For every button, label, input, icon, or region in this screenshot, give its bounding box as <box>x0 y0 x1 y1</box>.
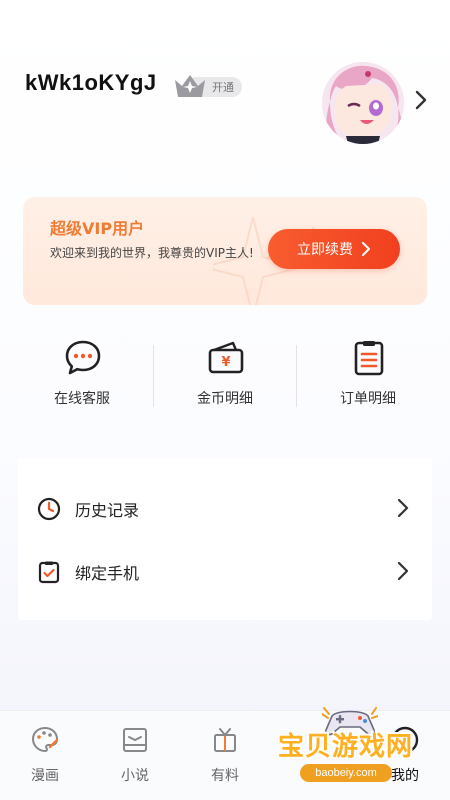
tab-label: 有料 <box>211 768 239 784</box>
list-item-history[interactable]: 历史记录 <box>18 483 432 533</box>
quick-link-order-details[interactable]: 订单明细 <box>293 335 443 415</box>
vip-title: 超级VIP用户 <box>50 219 145 238</box>
quick-links: 在线客服 ¥ 金币明细 订单明细 <box>0 335 450 415</box>
list-item-bind-phone[interactable]: 绑定手机 <box>18 546 432 596</box>
watermark-text: 宝贝游戏网 <box>278 732 414 762</box>
vip-open-badge[interactable]: 开通 <box>172 72 244 100</box>
chevron-right-icon <box>397 561 409 581</box>
divider <box>296 345 297 407</box>
tab-label: 小说 <box>121 768 149 784</box>
settings-list: 历史记录 绑定手机 <box>18 458 432 620</box>
palette-icon <box>31 726 59 753</box>
clipboard-list-icon <box>354 341 384 376</box>
chat-bubble-icon <box>65 340 101 375</box>
wallet-icon: ¥ <box>208 341 244 374</box>
clock-icon <box>37 497 61 521</box>
username[interactable]: kWk1oKYgJ <box>25 70 157 96</box>
quick-link-coin-details[interactable]: ¥ 金币明细 <box>150 335 300 415</box>
tab-label: 漫画 <box>31 768 59 784</box>
list-item-label: 历史记录 <box>75 501 140 520</box>
renew-button-label: 立即续费 <box>297 242 353 258</box>
quick-link-label: 金币明细 <box>197 391 253 407</box>
anime-avatar-image <box>322 62 404 144</box>
watermark: 宝贝游戏网 baobeiy.com <box>270 706 450 800</box>
divider <box>153 345 154 407</box>
watermark-url: baobeiy.com <box>300 764 392 782</box>
vip-badge-label: 开通 <box>212 81 234 94</box>
avatar[interactable] <box>322 62 404 144</box>
quick-link-customer-service[interactable]: 在线客服 <box>7 335 157 415</box>
list-item-label: 绑定手机 <box>75 564 140 583</box>
quick-link-label: 订单明细 <box>340 391 396 407</box>
clipboard-check-icon <box>38 561 60 584</box>
book-icon <box>123 728 147 752</box>
tab-comics[interactable]: 漫画 <box>0 725 90 795</box>
crown-icon <box>175 75 205 97</box>
profile-header: kWk1oKYgJ 开通 <box>0 0 450 180</box>
chevron-right-icon <box>362 242 370 256</box>
vip-description: 欢迎来到我的世界，我尊贵的VIP主人! <box>50 246 254 260</box>
renew-button[interactable]: 立即续费 <box>268 229 400 269</box>
gift-icon <box>214 728 236 752</box>
vip-card: 超级VIP用户 欢迎来到我的世界，我尊贵的VIP主人! 立即续费 <box>23 197 427 305</box>
tab-novels[interactable]: 小说 <box>90 725 180 795</box>
tab-featured[interactable]: 有料 <box>180 725 270 795</box>
chevron-right-icon <box>397 498 409 518</box>
svg-text:¥: ¥ <box>221 355 230 370</box>
chevron-right-icon[interactable] <box>412 88 430 112</box>
quick-link-label: 在线客服 <box>54 391 110 407</box>
